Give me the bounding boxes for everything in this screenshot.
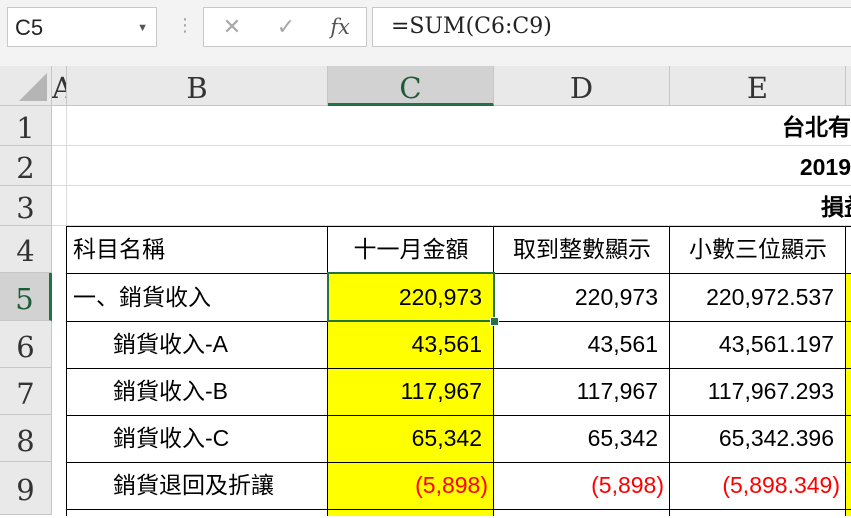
table-border <box>669 226 670 516</box>
fill-handle[interactable] <box>490 317 499 326</box>
table-border <box>845 226 846 516</box>
row-header-5[interactable]: 5 <box>0 273 52 321</box>
row-header-2[interactable]: 2 <box>0 146 52 186</box>
table-row-rounded[interactable]: 43,561 <box>494 321 670 368</box>
row-header-7[interactable]: 7 <box>0 368 52 415</box>
table-row-name[interactable]: 一、銷貨收入 <box>67 273 328 321</box>
table-row-name[interactable]: 銷貨退回及折讓 <box>67 462 328 509</box>
table-row-name[interactable]: 銷貨收入-A <box>67 321 328 368</box>
table-row-amount[interactable]: 43,561 <box>328 321 494 368</box>
table-border <box>66 321 851 322</box>
row-header-4[interactable]: 4 <box>0 226 52 273</box>
row-header-1[interactable]: 1 <box>0 106 52 146</box>
formula-buttons: ✕ ✓ fx <box>203 7 367 47</box>
name-box-value: C5 <box>15 15 44 40</box>
header-november-amount[interactable]: 十一月金額 <box>328 226 494 273</box>
table-border <box>66 509 851 510</box>
column-header-a[interactable]: A <box>52 66 67 106</box>
table-border <box>66 226 67 516</box>
table-row-name[interactable]: 銷貨收入-B <box>67 368 328 415</box>
header-account-name[interactable]: 科目名稱 <box>67 226 328 273</box>
table-row-amount[interactable]: 220,973 <box>328 273 494 321</box>
row-header-9[interactable]: 9 <box>0 462 52 515</box>
name-box[interactable]: C5 ▼ <box>7 7 157 47</box>
highlight-range-f <box>846 273 851 516</box>
table-row-name[interactable]: 銷貨收入-C <box>67 415 328 462</box>
column-header-d[interactable]: D <box>494 66 670 106</box>
table-row-rounded[interactable]: (5,898) <box>494 462 670 509</box>
select-all-button[interactable] <box>0 66 52 106</box>
report-title[interactable]: 台北有 <box>670 106 851 146</box>
table-row-rounded[interactable]: 220,973 <box>494 273 670 321</box>
table-row-rounded[interactable]: 65,342 <box>494 415 670 462</box>
select-all-icon <box>19 73 47 101</box>
report-subtitle[interactable]: 損益 <box>780 186 851 226</box>
table-row-amount[interactable]: (5,898) <box>328 462 494 509</box>
header-three-decimals[interactable]: 小數三位顯示 <box>670 226 846 273</box>
table-border <box>66 368 851 369</box>
check-icon[interactable]: ✓ <box>266 8 306 46</box>
table-row-decimal[interactable]: 117,967.293 <box>670 368 846 415</box>
table-border <box>66 226 851 227</box>
header-rounded-display[interactable]: 取到整數顯示 <box>494 226 670 273</box>
table-row-decimal[interactable]: 43,561.197 <box>670 321 846 368</box>
table-row-rounded[interactable]: 117,967 <box>494 368 670 415</box>
formula-bar-grip-icon[interactable]: ⋮ <box>176 16 194 34</box>
table-border <box>66 462 851 463</box>
column-header-c[interactable]: C <box>328 66 494 106</box>
close-icon[interactable]: ✕ <box>212 8 252 46</box>
table-border <box>66 273 851 274</box>
table-border <box>66 415 851 416</box>
row-header-3[interactable]: 3 <box>0 186 52 226</box>
column-header-f[interactable] <box>846 66 851 106</box>
row-header-8[interactable]: 8 <box>0 415 52 462</box>
table-row-decimal[interactable]: 220,972.537 <box>670 273 846 321</box>
table-row-amount[interactable]: 117,967 <box>328 368 494 415</box>
column-header-b[interactable]: B <box>67 66 328 106</box>
table-row-decimal[interactable]: 65,342.396 <box>670 415 846 462</box>
insert-function-button[interactable]: fx <box>320 8 360 46</box>
table-row-decimal[interactable]: (5,898.349) <box>670 462 846 509</box>
table-row-amount[interactable]: 65,342 <box>328 415 494 462</box>
table-border <box>327 226 328 516</box>
chevron-down-icon[interactable]: ▼ <box>137 8 148 48</box>
formula-input[interactable]: =SUM(C6:C9) <box>372 7 851 47</box>
formula-bar: C5 ▼ ⋮ ✕ ✓ fx =SUM(C6:C9) <box>0 0 851 66</box>
table-border <box>493 226 494 516</box>
report-year[interactable]: 2019 <box>670 146 851 186</box>
row-header-6[interactable]: 6 <box>0 321 52 368</box>
column-header-e[interactable]: E <box>670 66 846 106</box>
